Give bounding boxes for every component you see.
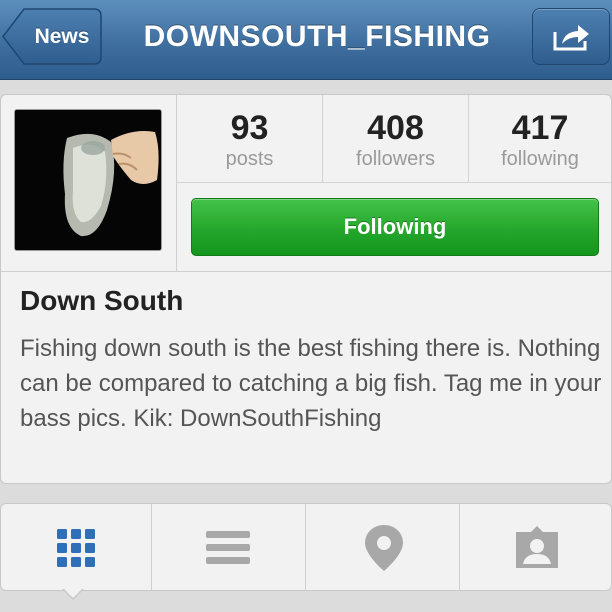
map-pin-icon bbox=[365, 525, 403, 571]
posts-stat[interactable]: 93 posts bbox=[177, 95, 322, 183]
following-button[interactable]: Following bbox=[191, 198, 599, 256]
tab-grid-view[interactable] bbox=[1, 504, 154, 590]
back-button-label: News bbox=[34, 25, 90, 48]
following-label: following bbox=[501, 148, 579, 170]
grid-icon bbox=[57, 529, 95, 567]
tagged-photos-icon bbox=[516, 526, 558, 568]
back-button[interactable]: News bbox=[2, 8, 102, 65]
share-button[interactable] bbox=[532, 8, 610, 65]
active-tab-pointer-fill bbox=[63, 588, 83, 598]
profile-card: 93 posts 408 followers 417 following Fol… bbox=[0, 94, 612, 484]
tab-list-view[interactable] bbox=[152, 504, 305, 590]
tab-photo-map[interactable] bbox=[306, 504, 459, 590]
divider bbox=[1, 271, 611, 272]
profile-photo[interactable] bbox=[14, 109, 162, 251]
posts-label: posts bbox=[225, 148, 274, 170]
share-icon bbox=[553, 25, 589, 51]
following-count: 417 bbox=[511, 109, 569, 147]
page-title: DOWNSOUTH_FISHING bbox=[143, 20, 491, 53]
divider bbox=[177, 182, 611, 183]
tab-tagged-photos[interactable] bbox=[460, 504, 612, 590]
profile-photo-image bbox=[15, 110, 161, 250]
profile-name: Down South bbox=[20, 285, 184, 316]
followers-count: 408 bbox=[367, 109, 424, 147]
profile-tab-bar bbox=[0, 503, 612, 591]
followers-label: followers bbox=[356, 148, 435, 170]
posts-count: 93 bbox=[230, 109, 269, 147]
profile-bio: Fishing down south is the best fishing t… bbox=[20, 335, 602, 432]
following-stat[interactable]: 417 following bbox=[469, 95, 611, 183]
followers-stat[interactable]: 408 followers bbox=[323, 95, 468, 183]
list-icon bbox=[206, 531, 250, 564]
navigation-bar: News DOWNSOUTH_FISHING bbox=[0, 0, 612, 80]
